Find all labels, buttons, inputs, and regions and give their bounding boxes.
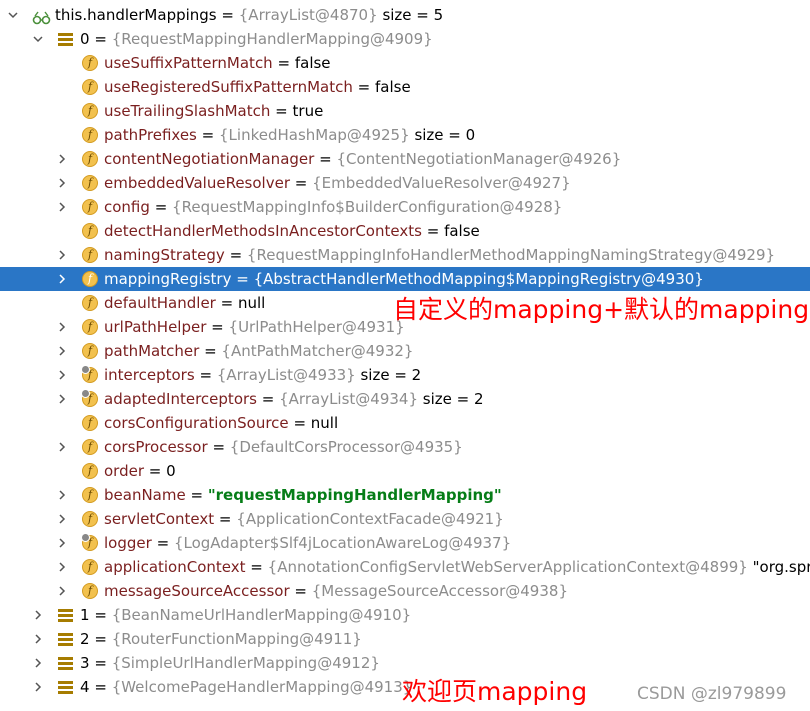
watch-glasses-icon xyxy=(32,8,52,25)
tree-row-item-0[interactable]: 0 = {RequestMappingHandlerMapping@4909} xyxy=(0,27,810,51)
tree-row-item-1[interactable]: 1 = {BeanNameUrlHandlerMapping@4910} xyxy=(0,603,810,627)
chevron-right-icon[interactable] xyxy=(33,658,43,668)
tree-row-item-2[interactable]: 2 = {RouterFunctionMapping@4911} xyxy=(0,627,810,651)
tree-row-field[interactable]: f config = {RequestMappingInfo$BuilderCo… xyxy=(0,195,810,219)
chevron-right-icon[interactable] xyxy=(57,370,67,380)
tree-row-field[interactable]: f applicationContext = {AnnotationConfig… xyxy=(0,555,810,579)
chevron-right-icon[interactable] xyxy=(57,586,67,596)
chevron-right-icon[interactable] xyxy=(57,562,67,572)
chevron-right-icon[interactable] xyxy=(57,250,67,260)
field-icon: f xyxy=(82,127,98,143)
annotation-welcome-note: 欢迎页mapping xyxy=(402,677,588,706)
tree-row-field[interactable]: f useSuffixPatternMatch = false xyxy=(0,51,810,75)
chevron-right-icon[interactable] xyxy=(57,202,67,212)
tree-row-field[interactable]: f corsProcessor = {DefaultCorsProcessor@… xyxy=(0,435,810,459)
field-icon: f xyxy=(82,511,98,527)
chevron-right-icon[interactable] xyxy=(57,394,67,404)
chevron-right-icon[interactable] xyxy=(57,154,67,164)
final-field-icon: f xyxy=(81,365,98,383)
tree-row-field[interactable]: f useRegisteredSuffixPatternMatch = fals… xyxy=(0,75,810,99)
array-element-icon xyxy=(58,681,73,694)
tree-row-field[interactable]: f namingStrategy = {RequestMappingInfoHa… xyxy=(0,243,810,267)
tree-row-field[interactable]: f logger = {LogAdapter$Slf4jLocationAwar… xyxy=(0,531,810,555)
variable-name: this.handlerMappings xyxy=(55,6,217,24)
field-icon: f xyxy=(82,103,98,119)
tree-row-field[interactable]: f adaptedInterceptors = {ArrayList@4934}… xyxy=(0,387,810,411)
chevron-right-icon[interactable] xyxy=(57,538,67,548)
field-icon: f xyxy=(82,271,98,287)
field-icon: f xyxy=(82,79,98,95)
variable-size: size = 5 xyxy=(382,6,444,24)
field-icon: f xyxy=(82,559,98,575)
final-field-icon: f xyxy=(81,389,98,407)
field-icon: f xyxy=(82,55,98,71)
chevron-right-icon[interactable] xyxy=(57,514,67,524)
watermark: CSDN @zl979899 xyxy=(637,684,787,704)
tree-row-field[interactable]: f order = 0 xyxy=(0,459,810,483)
tree-row-field[interactable]: f pathPrefixes = {LinkedHashMap@4925} si… xyxy=(0,123,810,147)
field-icon: f xyxy=(82,199,98,215)
annotation-mapping-note: 自定义的mapping+默认的mapping xyxy=(393,295,810,324)
field-icon: f xyxy=(82,151,98,167)
array-element-icon xyxy=(58,609,73,622)
tree-row-field[interactable]: f corsConfigurationSource = null xyxy=(0,411,810,435)
field-icon: f xyxy=(82,223,98,239)
tree-row-field[interactable]: f beanName = "requestMappingHandlerMappi… xyxy=(0,483,810,507)
chevron-right-icon[interactable] xyxy=(57,274,67,284)
field-icon: f xyxy=(82,343,98,359)
debugger-variables-tree: this.handlerMappings = {ArrayList@4870} … xyxy=(0,3,810,699)
tree-row-field[interactable]: f detectHandlerMethodsInAncestorContexts… xyxy=(0,219,810,243)
field-icon: f xyxy=(82,463,98,479)
field-icon: f xyxy=(82,247,98,263)
tree-row-handler-mappings[interactable]: this.handlerMappings = {ArrayList@4870} … xyxy=(0,3,810,27)
chevron-right-icon[interactable] xyxy=(57,322,67,332)
array-element-icon xyxy=(58,633,73,646)
chevron-right-icon[interactable] xyxy=(57,178,67,188)
field-icon: f xyxy=(82,319,98,335)
variable-ref: {ArrayList@4870} xyxy=(238,6,378,24)
tree-row-field[interactable]: f contentNegotiationManager = {ContentNe… xyxy=(0,147,810,171)
field-icon: f xyxy=(82,175,98,191)
chevron-right-icon[interactable] xyxy=(57,442,67,452)
field-icon: f xyxy=(82,487,98,503)
tree-row-field[interactable]: f interceptors = {ArrayList@4933} size =… xyxy=(0,363,810,387)
chevron-right-icon[interactable] xyxy=(57,490,67,500)
array-element-icon xyxy=(58,657,73,670)
tree-row-field-selected[interactable]: f mappingRegistry = {AbstractHandlerMeth… xyxy=(0,267,810,291)
tree-row-field[interactable]: f servletContext = {ApplicationContextFa… xyxy=(0,507,810,531)
field-icon: f xyxy=(82,415,98,431)
field-icon: f xyxy=(82,439,98,455)
chevron-down-icon[interactable] xyxy=(8,10,18,20)
tree-row-field[interactable]: f messageSourceAccessor = {MessageSource… xyxy=(0,579,810,603)
final-field-icon: f xyxy=(81,533,98,551)
tree-row-field[interactable]: f embeddedValueResolver = {EmbeddedValue… xyxy=(0,171,810,195)
array-element-icon xyxy=(58,33,73,46)
chevron-right-icon[interactable] xyxy=(33,610,43,620)
chevron-down-icon[interactable] xyxy=(33,34,43,44)
chevron-right-icon[interactable] xyxy=(57,346,67,356)
chevron-right-icon[interactable] xyxy=(33,634,43,644)
chevron-right-icon[interactable] xyxy=(33,682,43,692)
field-icon: f xyxy=(82,295,98,311)
tree-row-field[interactable]: f pathMatcher = {AntPathMatcher@4932} xyxy=(0,339,810,363)
field-icon: f xyxy=(82,583,98,599)
tree-row-field[interactable]: f useTrailingSlashMatch = true xyxy=(0,99,810,123)
